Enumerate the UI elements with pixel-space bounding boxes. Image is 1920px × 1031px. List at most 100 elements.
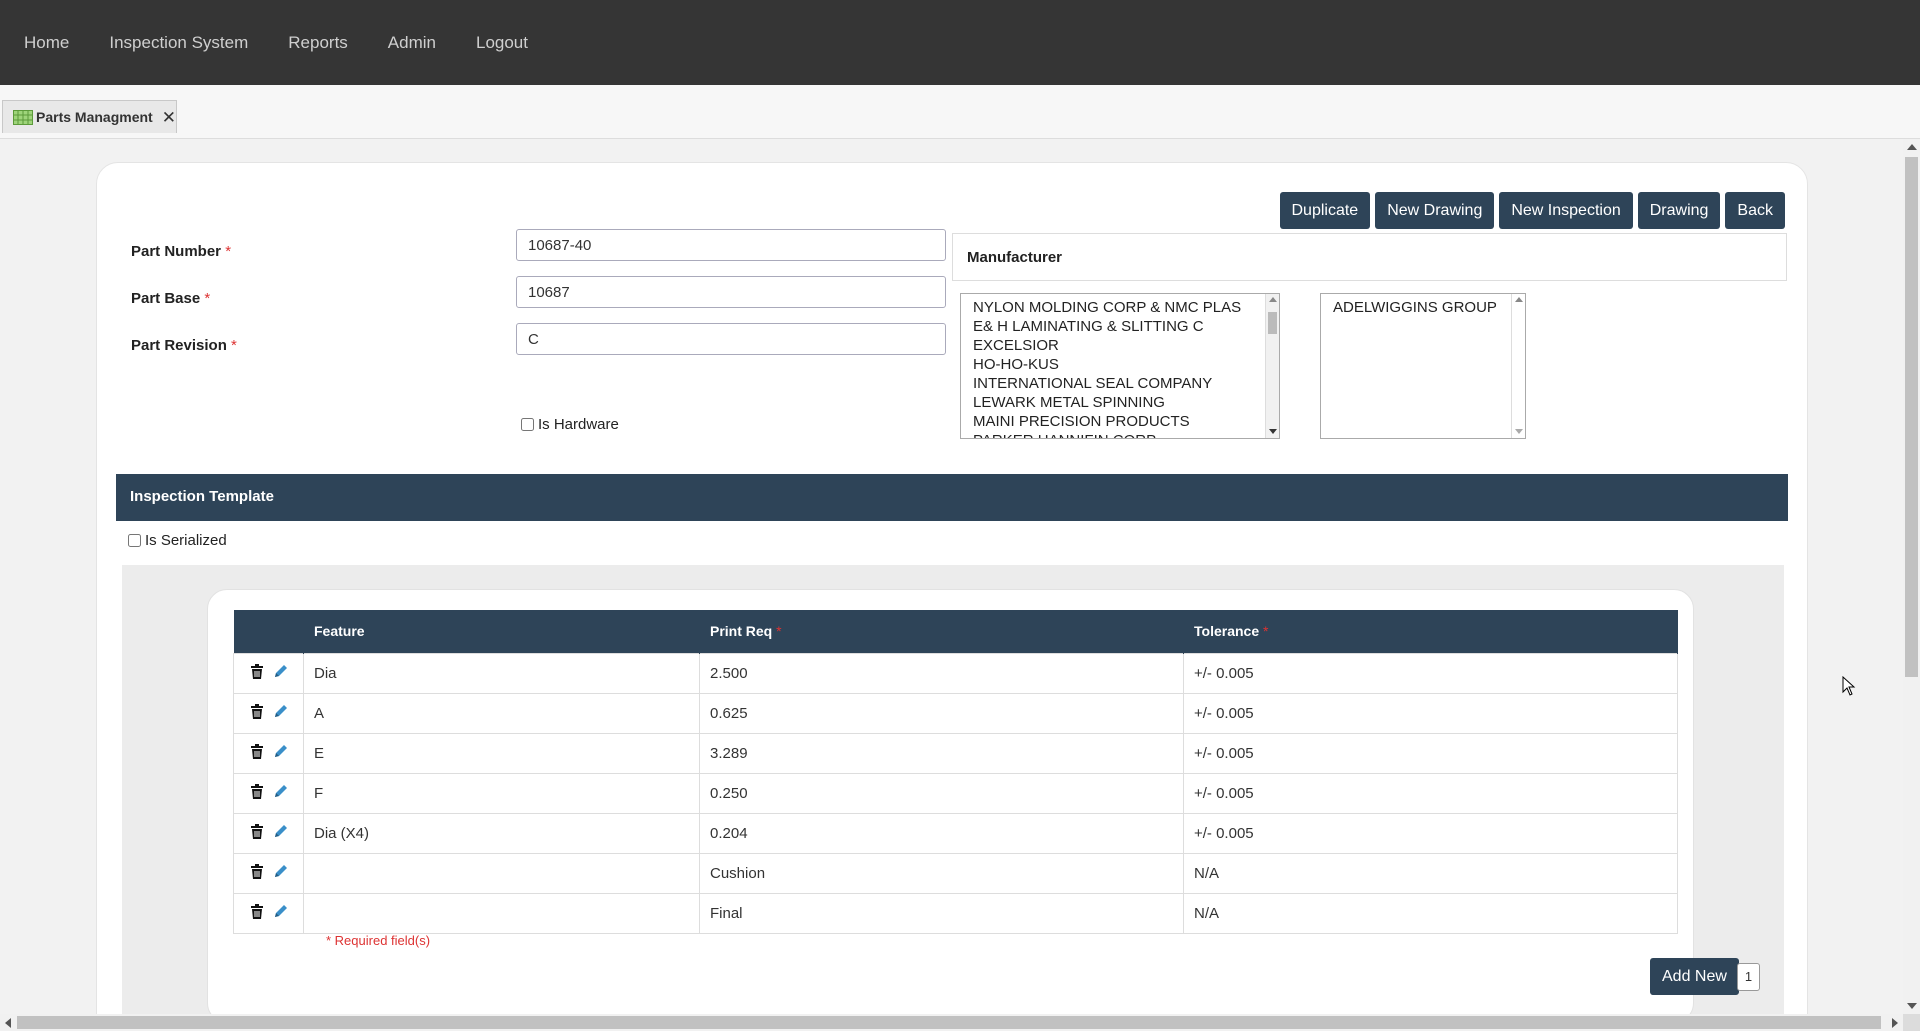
list-item[interactable]: LEWARK METAL SPINNING (961, 393, 1279, 412)
delete-icon[interactable] (250, 903, 264, 923)
mouse-cursor-icon (1842, 676, 1856, 696)
scroll-thumb[interactable] (1268, 312, 1277, 334)
list-item[interactable]: EXCELSIOR (961, 336, 1279, 355)
required-mark: * (225, 243, 232, 260)
tolerance-cell: +/- 0.005 (1183, 692, 1678, 734)
nav-inspection-system[interactable]: Inspection System (95, 33, 262, 53)
print-req-cell: 3.289 (699, 732, 1184, 774)
page-horizontal-scrollbar[interactable] (0, 1014, 1903, 1031)
edit-icon[interactable] (273, 784, 288, 803)
new-inspection-button[interactable]: New Inspection (1499, 192, 1633, 229)
actions-column-header (233, 610, 304, 653)
available-manufacturers-list[interactable]: NYLON MOLDING CORP & NMC PLAS E& H LAMIN… (960, 293, 1280, 439)
manufacturer-header: Manufacturer (952, 233, 1787, 281)
edit-icon[interactable] (273, 904, 288, 923)
print-req-cell: 0.250 (699, 772, 1184, 814)
row-actions (233, 652, 304, 694)
delete-icon[interactable] (250, 663, 264, 683)
drawing-button[interactable]: Drawing (1637, 192, 1721, 229)
parts-card: Duplicate New Drawing New Inspection Dra… (96, 162, 1808, 1014)
action-buttons: Duplicate New Drawing New Inspection Dra… (1279, 192, 1785, 229)
delete-icon[interactable] (250, 823, 264, 843)
is-hardware-checkbox-row[interactable]: Is Hardware (521, 416, 619, 433)
selected-manufacturers-list[interactable]: ADELWIGGINS GROUP (1320, 293, 1526, 439)
is-hardware-checkbox[interactable] (521, 418, 534, 431)
print-req-cell: Cushion (699, 852, 1184, 894)
delete-icon[interactable] (250, 743, 264, 763)
scroll-down-icon[interactable] (1515, 429, 1523, 434)
tolerance-cell: +/- 0.005 (1183, 652, 1678, 694)
list-item[interactable]: NYLON MOLDING CORP & NMC PLAS (961, 298, 1279, 317)
print-req-column-header[interactable]: Print Req * (699, 610, 1184, 653)
is-serialized-label: Is Serialized (145, 532, 227, 549)
delete-icon[interactable] (250, 863, 264, 883)
print-req-cell: 2.500 (699, 652, 1184, 694)
part-revision-input[interactable] (516, 323, 946, 355)
tolerance-cell: N/A (1183, 852, 1678, 894)
tolerance-column-header[interactable]: Tolerance * (1183, 610, 1678, 653)
required-mark: * (231, 337, 237, 354)
inspection-template-table: Feature Print Req * Tolerance * Dia 2.500… (233, 610, 1678, 934)
row-actions (233, 892, 304, 934)
nav-home[interactable]: Home (10, 33, 83, 53)
page-number[interactable]: 1 (1737, 963, 1760, 991)
edit-icon[interactable] (273, 704, 288, 723)
edit-icon[interactable] (273, 864, 288, 883)
scroll-right-icon[interactable] (1892, 1018, 1898, 1028)
row-actions (233, 812, 304, 854)
nav-reports[interactable]: Reports (274, 33, 362, 53)
list-item[interactable]: E& H LAMINATING & SLITTING C (961, 317, 1279, 336)
table-row: Dia (X4) 0.204 +/- 0.005 (233, 812, 1678, 854)
list-item[interactable]: ADELWIGGINS GROUP (1321, 298, 1525, 317)
tolerance-cell: +/- 0.005 (1183, 812, 1678, 854)
scrollbar-corner (1903, 1014, 1920, 1031)
table-row: F 0.250 +/- 0.005 (233, 772, 1678, 814)
back-button[interactable]: Back (1725, 192, 1785, 229)
tolerance-cell: N/A (1183, 892, 1678, 934)
page-vertical-scrollbar[interactable] (1903, 139, 1920, 1014)
print-req-cell: Final (699, 892, 1184, 934)
delete-icon[interactable] (250, 703, 264, 723)
add-new-button[interactable]: Add New (1650, 958, 1739, 995)
list-item[interactable]: MAINI PRECISION PRODUCTS (961, 412, 1279, 431)
scroll-thumb[interactable] (1905, 157, 1918, 677)
edit-icon[interactable] (273, 824, 288, 843)
feature-column-header[interactable]: Feature (303, 610, 700, 653)
scroll-left-icon[interactable] (5, 1018, 11, 1028)
scroll-thumb[interactable] (17, 1016, 1881, 1029)
edit-icon[interactable] (273, 664, 288, 683)
scroll-up-icon[interactable] (1515, 297, 1523, 302)
feature-cell (303, 852, 700, 894)
table-body: Dia 2.500 +/- 0.005 A 0.625 +/- 0.005 E 3.289 +/… (233, 652, 1678, 934)
is-serialized-checkbox-row[interactable]: Is Serialized (128, 532, 227, 549)
delete-icon[interactable] (250, 783, 264, 803)
top-nav: Home Inspection System Reports Admin Log… (0, 0, 1920, 85)
list-scrollbar[interactable] (1265, 294, 1279, 438)
page-content: Duplicate New Drawing New Inspection Dra… (0, 139, 1903, 1014)
print-req-cell: 0.625 (699, 692, 1184, 734)
scroll-down-icon[interactable] (1907, 1003, 1917, 1009)
scroll-down-icon[interactable] (1269, 429, 1277, 434)
list-item[interactable]: INTERNATIONAL SEAL COMPANY (961, 374, 1279, 393)
list-item[interactable]: PARKER HANNIFIN CORP (961, 431, 1279, 438)
row-actions (233, 852, 304, 894)
part-number-label-text: Part Number (131, 243, 222, 260)
edit-icon[interactable] (273, 744, 288, 763)
required-mark: * (204, 290, 211, 307)
scroll-up-icon[interactable] (1269, 297, 1277, 302)
list-item[interactable]: HO-HO-KUS (961, 355, 1279, 374)
close-icon[interactable]: ✕ (162, 109, 176, 126)
table-row: Cushion N/A (233, 852, 1678, 894)
nav-admin[interactable]: Admin (374, 33, 450, 53)
new-drawing-button[interactable]: New Drawing (1375, 192, 1495, 229)
table-row: A 0.625 +/- 0.005 (233, 692, 1678, 734)
tab-parts-managment[interactable]: Parts Managment ✕ (2, 100, 177, 133)
nav-logout[interactable]: Logout (462, 33, 542, 53)
part-number-input[interactable] (516, 229, 946, 261)
scroll-up-icon[interactable] (1907, 144, 1917, 150)
duplicate-button[interactable]: Duplicate (1279, 192, 1371, 229)
list-scrollbar[interactable] (1511, 294, 1525, 438)
part-base-input[interactable] (516, 276, 946, 308)
part-base-label: Part Base * (131, 290, 210, 307)
is-serialized-checkbox[interactable] (128, 534, 141, 547)
